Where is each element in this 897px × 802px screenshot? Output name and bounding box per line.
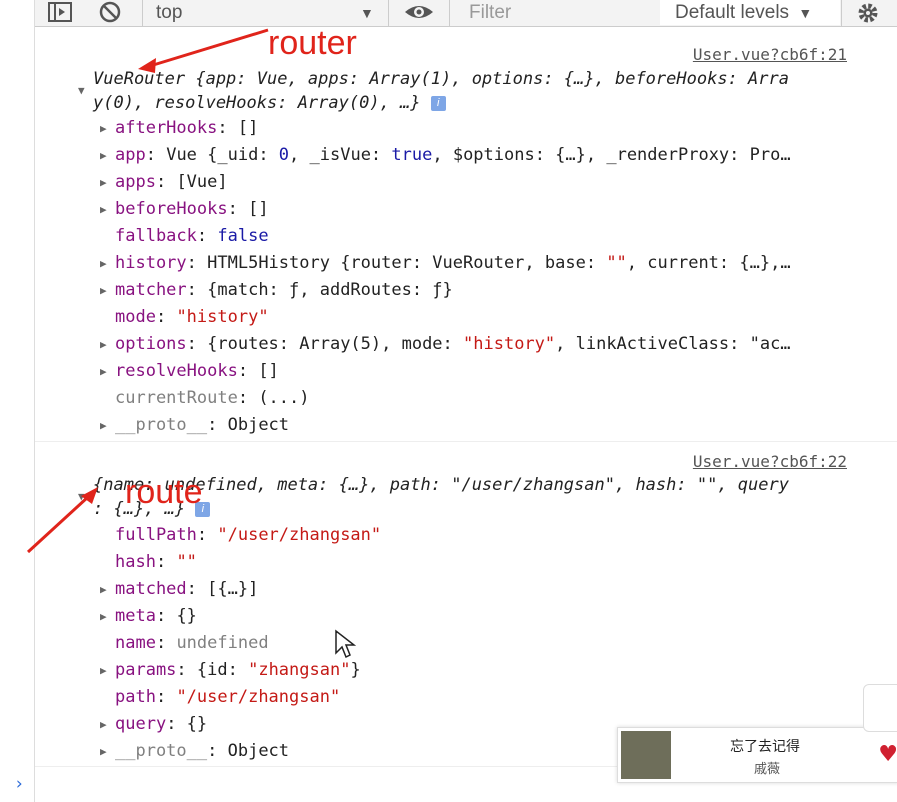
- artist-name: 戚薇: [754, 762, 781, 777]
- music-notification[interactable]: 忘了去记得 戚薇 ♥: [617, 727, 897, 783]
- heart-icon[interactable]: ♥: [878, 742, 897, 767]
- album-thumbnail: [621, 731, 671, 779]
- annotation-arrows: [26, 28, 269, 554]
- song-title: 忘了去记得: [730, 739, 800, 755]
- mouse-cursor-icon: [335, 629, 356, 659]
- arrow-head-icon: [138, 58, 156, 73]
- annotation-route: route: [125, 473, 203, 511]
- annotation-router: router: [268, 24, 357, 62]
- side-widget[interactable]: [863, 684, 897, 732]
